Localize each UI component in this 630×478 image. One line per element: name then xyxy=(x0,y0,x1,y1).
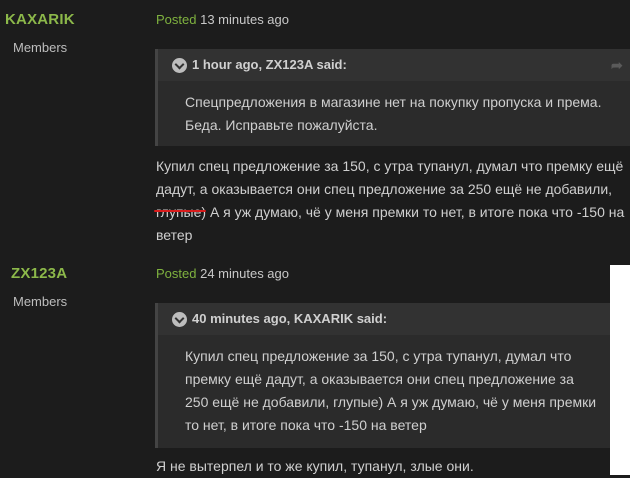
white-overlay xyxy=(610,265,630,475)
post-meta: Posted 13 minutes ago xyxy=(156,12,289,27)
quote-text: Купил спец предложение за 150, с утра ту… xyxy=(185,348,597,433)
share-icon[interactable]: ➦ xyxy=(611,57,627,73)
quote-text: Спецпредложения в магазине нет на покупк… xyxy=(185,94,602,133)
quote-block: 1 hour ago, ZX123A said: ➦ Спецпредложен… xyxy=(155,49,630,146)
author-group: Members xyxy=(13,40,68,55)
post-meta: Posted 24 minutes ago xyxy=(156,266,289,281)
chevron-down-icon[interactable] xyxy=(172,312,187,327)
author-group: Members xyxy=(13,294,68,309)
quote-header[interactable]: 1 hour ago, ZX123A said: ➦ xyxy=(158,49,630,81)
posted-time[interactable]: 13 minutes ago xyxy=(200,12,289,27)
posted-label: Posted xyxy=(156,266,197,281)
quote-citation: 40 minutes ago, KAXARIK said: xyxy=(192,311,388,326)
quote-header[interactable]: 40 minutes ago, KAXARIK said: xyxy=(158,303,611,335)
author-name[interactable]: KAXARIK xyxy=(5,11,75,28)
posted-time[interactable]: 24 minutes ago xyxy=(200,266,289,281)
author-name[interactable]: ZX123A xyxy=(11,265,67,282)
red-underline-annotation xyxy=(154,210,206,212)
post-body: Купил спец предложение за 150, с утра ту… xyxy=(156,158,625,243)
quote-block: 40 minutes ago, KAXARIK said: Купил спец… xyxy=(155,303,611,448)
posted-label: Posted xyxy=(156,12,197,27)
quote-citation: 1 hour ago, ZX123A said: xyxy=(192,57,347,72)
chevron-down-icon[interactable] xyxy=(172,58,187,73)
